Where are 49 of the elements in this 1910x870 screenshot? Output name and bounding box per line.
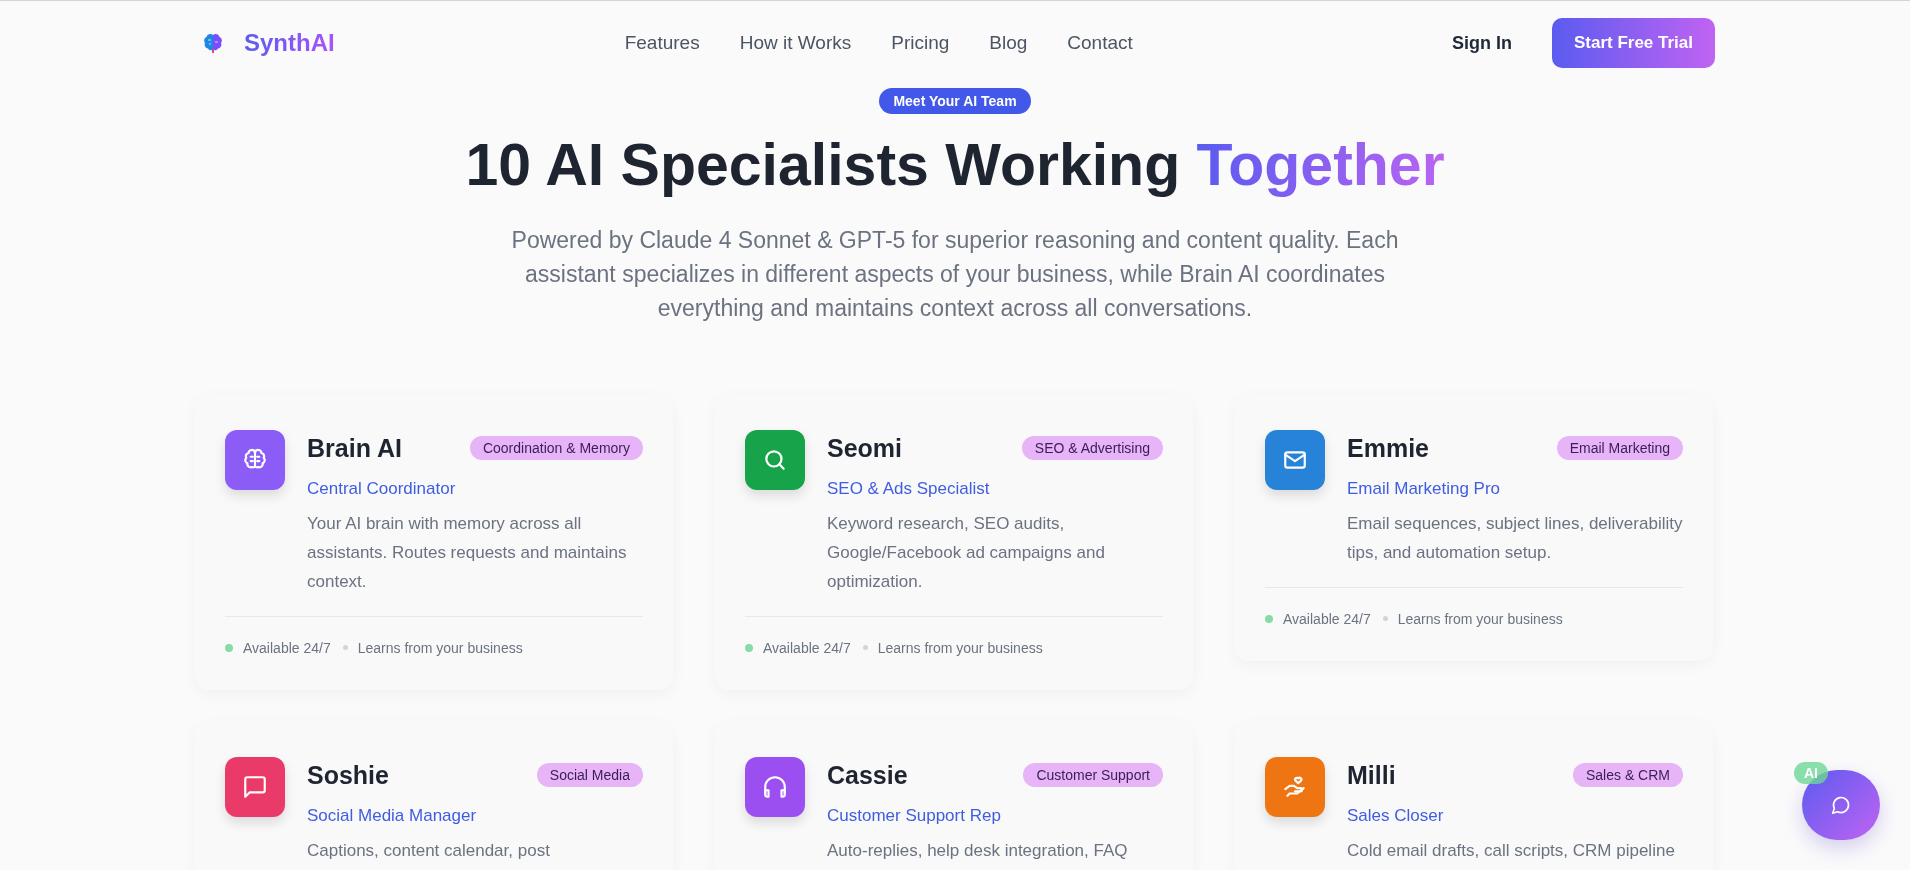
assistant-name: Cassie	[827, 760, 908, 790]
category-tag: SEO & Advertising	[1021, 436, 1163, 461]
status-dot	[745, 643, 753, 652]
ai-badge: AI	[1794, 762, 1828, 784]
assistant-role: Sales Closer	[1347, 805, 1445, 826]
nav-link[interactable]: Blog	[989, 32, 1028, 54]
feature-note: Learns from your business	[877, 639, 1043, 656]
feature-note: Available 24/7	[763, 639, 851, 656]
assistant-name: Brain AI	[307, 433, 402, 463]
category-tag: Email Marketing	[1556, 436, 1683, 461]
assistant-name: Emmie	[1347, 433, 1429, 463]
hero-title: 10 AI Specialists Working	[465, 132, 1181, 198]
hero-subtitle: Powered by Claude 4 Sonnet & GPT-5 for superior reasoning and content quality. Each assistant specializes in different aspects of your business, while Brain AI coordinates everything and maintains context across all conversations.	[510, 225, 1400, 323]
chat-button[interactable]	[1802, 770, 1880, 840]
assistant-name: Seomi	[827, 433, 903, 463]
category-tag: Social Media	[536, 763, 643, 788]
nav-link[interactable]: Features	[624, 32, 700, 54]
assistant-role: SEO & Ads Specialist	[827, 478, 991, 499]
separator-dot	[862, 645, 868, 651]
assistant-role: Email Marketing Pro	[1347, 478, 1502, 499]
feature-note: Available 24/7	[1283, 610, 1371, 627]
assistant-name: Milli	[1347, 760, 1396, 790]
assistant-description: Cold email drafts, call scripts, CRM pipeline	[1347, 839, 1676, 862]
sign-in-link[interactable]: Sign In	[1451, 32, 1512, 54]
assistant-role: Customer Support Rep	[827, 805, 1002, 826]
nav-link[interactable]: Pricing	[891, 32, 950, 54]
separator-dot	[342, 645, 348, 651]
feature-note: Learns from your business	[1397, 610, 1563, 627]
assistant-name: Soshie	[307, 760, 389, 790]
assistant-description: Keyword research, SEO audits, Google/Facebook ad campaigns and optimization.	[827, 512, 1106, 593]
start-trial-button[interactable]: Start Free Trial	[1551, 18, 1715, 68]
chat-icon	[1831, 795, 1851, 815]
feature-note: Available 24/7	[243, 639, 331, 656]
feature-note: Learns from your business	[357, 639, 523, 656]
section-badge: Meet Your AI Team	[879, 88, 1031, 114]
nav-link[interactable]: How it Works	[739, 32, 852, 54]
assistant-description: Auto-replies, help desk integration, FAQ	[827, 839, 1129, 862]
assistant-description: Email sequences, subject lines, deliverability tips, and automation setup.	[1347, 512, 1683, 564]
assistant-description: Your AI brain with memory across all assistants. Routes requests and maintains context.	[307, 512, 628, 593]
category-tag: Customer Support	[1023, 763, 1163, 788]
category-tag: Sales & CRM	[1572, 763, 1683, 788]
assistant-description: Captions, content calendar, post	[307, 839, 551, 862]
assistant-role: Social Media Manager	[307, 805, 478, 826]
assistant-role: Central Coordinator	[307, 478, 457, 499]
separator-dot	[1382, 616, 1388, 622]
category-tag: Coordination & Memory	[469, 436, 643, 461]
nav-link[interactable]: Contact	[1067, 32, 1133, 54]
status-dot	[225, 643, 233, 652]
status-dot	[1265, 614, 1273, 623]
